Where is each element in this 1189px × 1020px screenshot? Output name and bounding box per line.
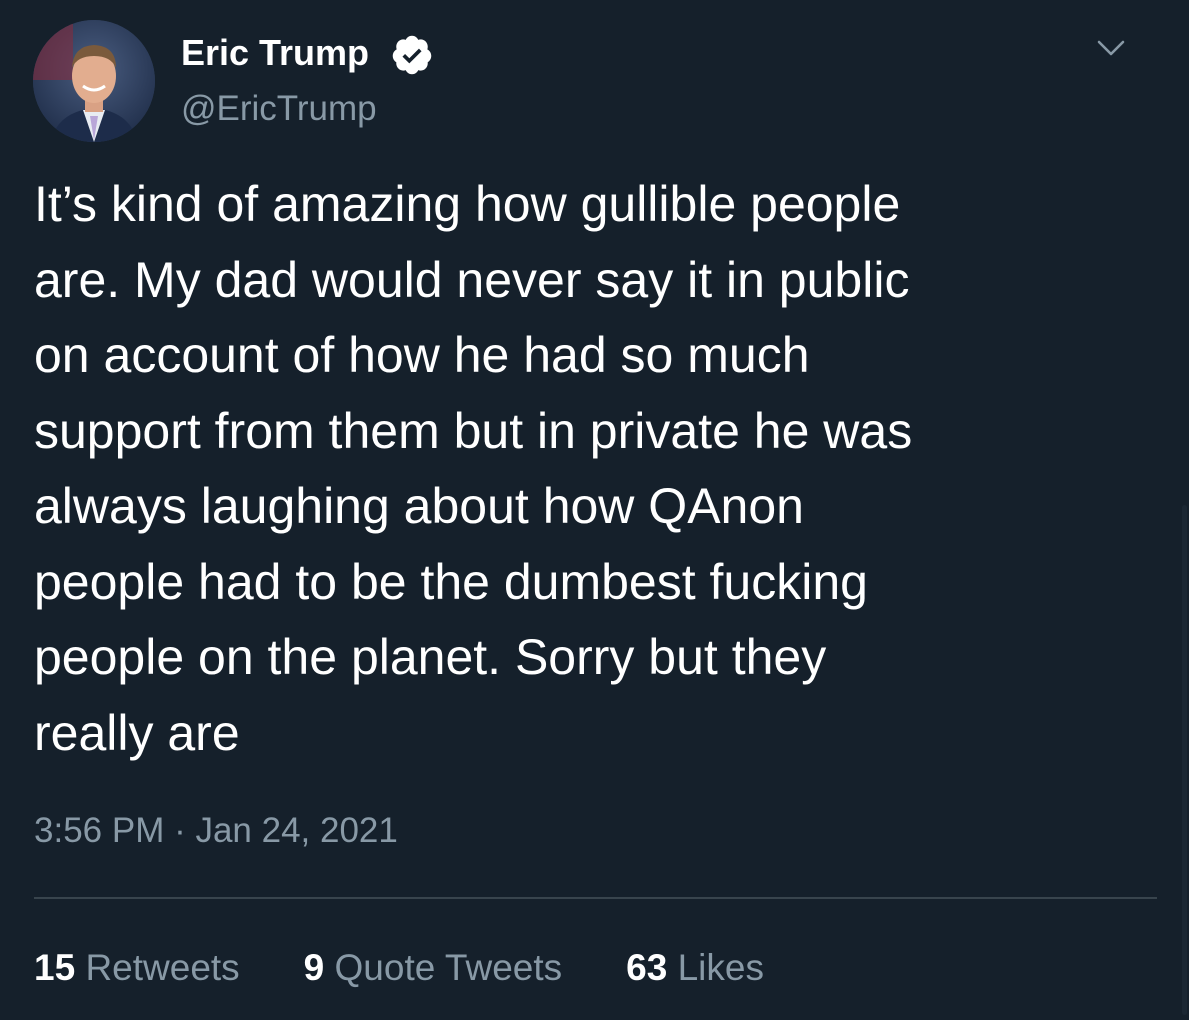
tweet-text: It’s kind of amazing how gullible people… xyxy=(34,176,913,761)
divider xyxy=(34,897,1157,899)
verified-badge-icon xyxy=(390,33,434,77)
likes-count: 63 xyxy=(626,947,668,988)
avatar[interactable] xyxy=(33,20,155,142)
tweet-card: Eric Trump @EricTrump It’s kind of amazi… xyxy=(0,0,1189,1020)
chevron-down-icon[interactable] xyxy=(1093,34,1129,62)
quote-tweets-label: Quote Tweets xyxy=(334,947,563,988)
retweets-count: 15 xyxy=(34,947,76,988)
retweets-stat[interactable]: 15 Retweets xyxy=(34,946,240,990)
tweet-stats: 15 Retweets 9 Quote Tweets 63 Likes xyxy=(34,946,764,990)
display-name[interactable]: Eric Trump xyxy=(181,31,369,75)
quote-tweets-count: 9 xyxy=(303,947,325,988)
tweet-timestamp[interactable]: 3:56 PM · Jan 24, 2021 xyxy=(34,809,398,853)
likes-label: Likes xyxy=(677,947,764,988)
quote-tweets-stat[interactable]: 9 Quote Tweets xyxy=(304,946,562,990)
likes-stat[interactable]: 63 Likes xyxy=(626,946,764,990)
scrollbar[interactable] xyxy=(1182,505,1187,1015)
user-handle[interactable]: @EricTrump xyxy=(181,87,377,131)
retweets-label: Retweets xyxy=(85,947,240,988)
